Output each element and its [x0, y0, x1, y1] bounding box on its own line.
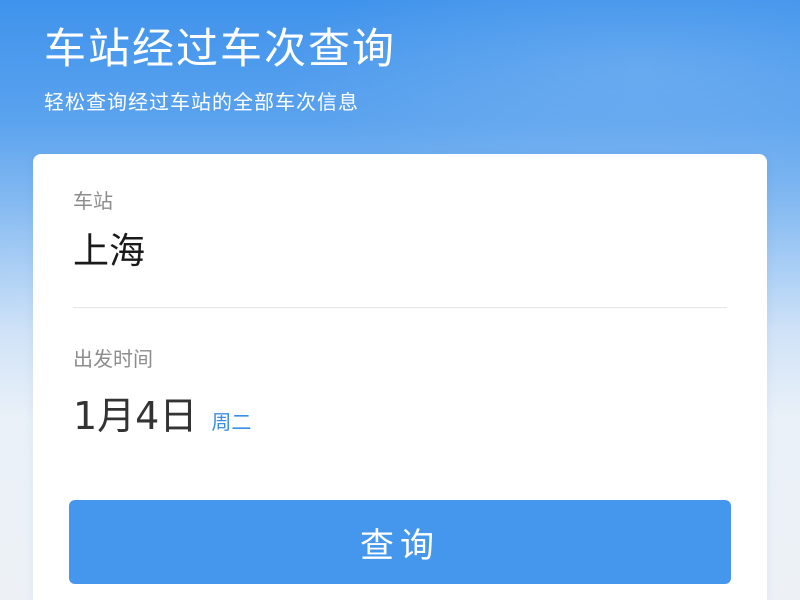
departure-weekday: 周二: [211, 410, 252, 434]
page-subtitle: 轻松查询经过车站的全部车次信息: [44, 90, 359, 114]
station-field-label: 车站: [73, 189, 113, 213]
query-button[interactable]: 查询: [69, 500, 731, 584]
departure-date-value: 1月4日: [73, 394, 198, 438]
field-divider: [73, 307, 727, 308]
station-field[interactable]: 上海: [73, 228, 145, 276]
page-title: 车站经过车次查询: [44, 24, 397, 73]
departure-date-field[interactable]: 1月4日 周二: [73, 390, 251, 442]
query-form-card: 车站 上海 出发时间 1月4日 周二 查询: [33, 154, 767, 600]
departure-time-label: 出发时间: [73, 347, 153, 371]
